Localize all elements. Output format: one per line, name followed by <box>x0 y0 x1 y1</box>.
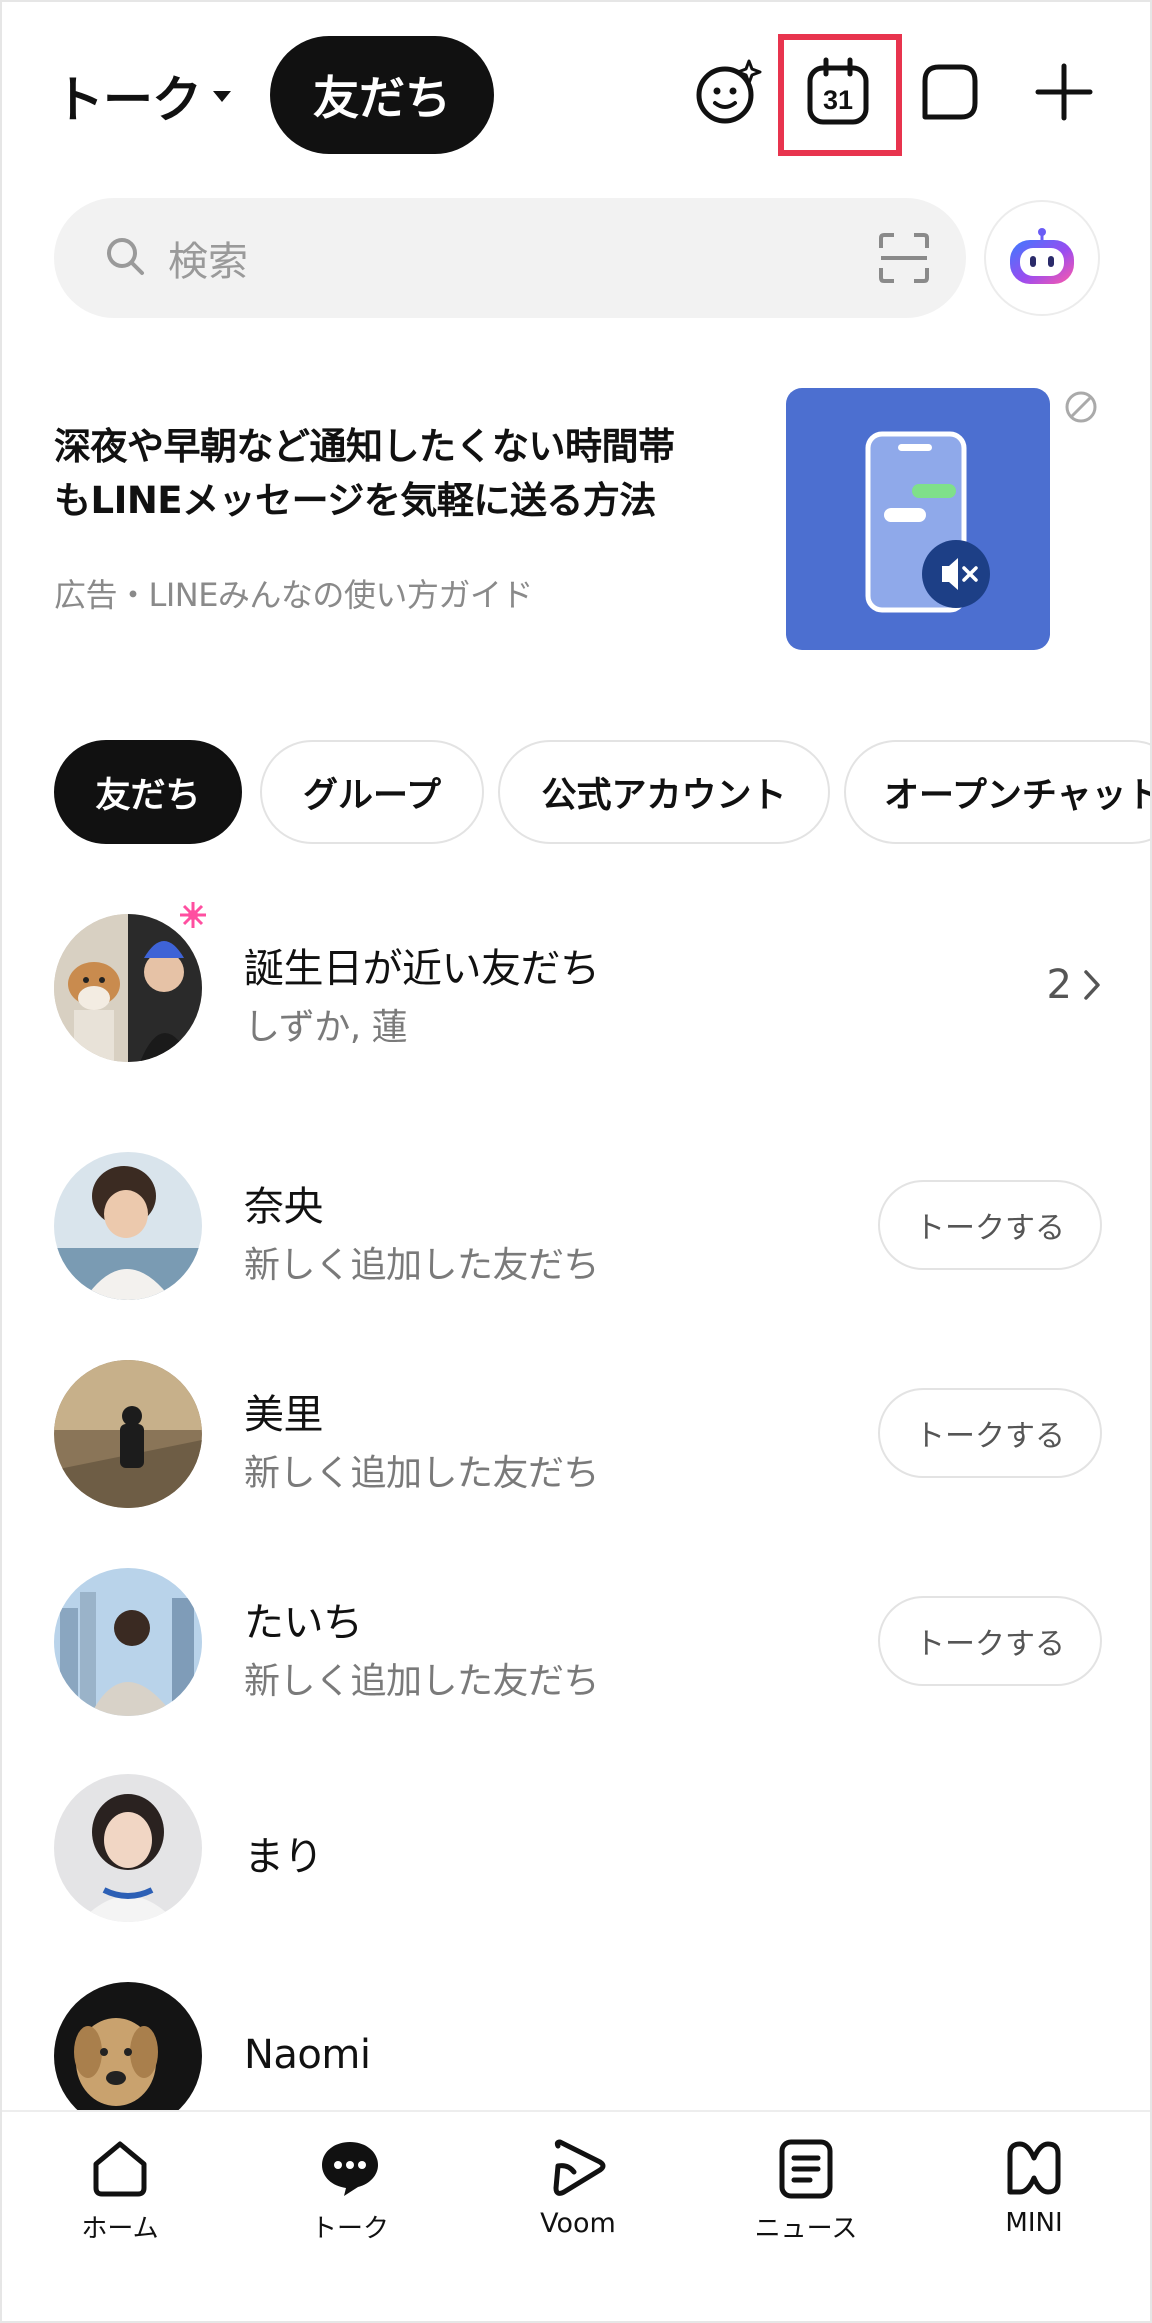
mini-icon <box>1007 2141 1061 2195</box>
friends-pill-button[interactable]: 友だち <box>270 36 494 154</box>
nav-news[interactable]: ニュース <box>726 2136 886 2276</box>
tab-groups[interactable]: グループ <box>260 740 484 844</box>
friend-name: Naomi <box>244 2032 371 2078</box>
header-title: トーク <box>54 71 202 129</box>
avatar <box>54 1982 202 2130</box>
ai-bot-icon <box>1006 226 1078 290</box>
search-icon <box>104 235 146 281</box>
nav-label: ニュース <box>754 2214 858 2244</box>
ad-title-line-1: 深夜や早朝など通知したくない時間帯 <box>54 425 675 468</box>
avatar <box>54 1152 202 1300</box>
friend-name: まり <box>244 1834 324 1880</box>
nav-label: トーク <box>310 2214 389 2244</box>
nav-label: Voom <box>540 2208 616 2239</box>
birthday-count[interactable]: 2 <box>1047 962 1102 1008</box>
birthday-names: しずか, 蓮 <box>244 1007 408 1048</box>
nav-talk[interactable]: トーク <box>270 2136 430 2276</box>
friend-name: 奈央 <box>244 1184 324 1230</box>
friend-row[interactable]: 奈央 新しく追加した友だち トークする <box>54 1152 1102 1302</box>
ai-bot-button[interactable] <box>984 200 1100 316</box>
friend-name: 美里 <box>244 1392 324 1438</box>
bottom-nav: ホーム トーク Voom ニュース MINI <box>2 2110 1150 2321</box>
tab-open-chat[interactable]: オープンチャット <box>844 740 1150 844</box>
category-tabs: 友だち グループ 公式アカウント オープンチャット <box>54 740 1150 844</box>
birthday-row[interactable]: 誕生日が近い友だち しずか, 蓮 2 <box>54 902 1102 1064</box>
talk-button[interactable]: トークする <box>878 1180 1102 1270</box>
avatar <box>54 1568 202 1716</box>
home-icon <box>93 2141 147 2197</box>
caret-down-icon <box>213 90 231 102</box>
avatar <box>54 914 202 1062</box>
party-sparkle-icon <box>180 902 206 928</box>
ad-title[interactable]: 深夜や早朝など通知したくない時間帯 もLINEメッセージを気軽に送る方法 <box>54 420 754 528</box>
friend-row[interactable]: 美里 新しく追加した友だち トークする <box>54 1360 1102 1510</box>
chat-bubble-icon <box>322 2142 378 2196</box>
nav-label: MINI <box>1005 2208 1063 2238</box>
nav-home[interactable]: ホーム <box>40 2136 200 2276</box>
highlight-box <box>778 34 902 156</box>
friend-row[interactable]: まり <box>54 1774 1102 1924</box>
search-bar[interactable]: 検索 <box>54 198 966 318</box>
tab-official-accounts[interactable]: 公式アカウント <box>498 740 830 844</box>
friend-status: 新しく追加した友だち <box>244 1661 600 1702</box>
friend-status: 新しく追加した友だち <box>244 1245 600 1286</box>
qr-scan-icon[interactable] <box>878 232 930 288</box>
chevron-right-icon <box>1084 970 1100 1000</box>
header: トーク 友だち 31 <box>2 2 1150 192</box>
nav-mini[interactable]: MINI <box>954 2136 1114 2276</box>
nav-label: ホーム <box>81 2214 159 2244</box>
block-icon[interactable] <box>1064 390 1098 428</box>
search-input[interactable]: 検索 <box>168 229 248 287</box>
plus-icon[interactable] <box>1024 52 1104 132</box>
talk-switcher[interactable]: トーク <box>54 60 231 132</box>
friend-name: たいち <box>244 1600 363 1646</box>
app-frame: トーク 友だち 31 検索 深夜や早朝など通知したくない時間帯 もLINEメッセ… <box>0 0 1152 2323</box>
avatar <box>54 1774 202 1922</box>
tab-friends[interactable]: 友だち <box>54 740 242 844</box>
chat-square-icon[interactable] <box>910 52 990 132</box>
friend-row[interactable]: たいち 新しく追加した友だち トークする <box>54 1568 1102 1718</box>
voom-play-icon <box>553 2139 606 2196</box>
phone-mute-icon <box>865 431 990 613</box>
news-icon <box>779 2139 833 2199</box>
ad-image[interactable] <box>786 388 1050 650</box>
avatar <box>54 1360 202 1508</box>
talk-button[interactable]: トークする <box>878 1596 1102 1686</box>
ad-sponsor: 広告・LINEみんなの使い方ガイド <box>54 576 533 614</box>
nav-voom[interactable]: Voom <box>498 2136 658 2276</box>
emoji-sparkle-icon[interactable] <box>688 52 768 132</box>
birthday-count-value: 2 <box>1046 962 1072 1008</box>
ad-title-line-2: もLINEメッセージを気軽に送る方法 <box>54 479 656 522</box>
birthday-title: 誕生日が近い友だち <box>244 946 600 992</box>
talk-button[interactable]: トークする <box>878 1388 1102 1478</box>
friend-status: 新しく追加した友だち <box>244 1453 600 1494</box>
